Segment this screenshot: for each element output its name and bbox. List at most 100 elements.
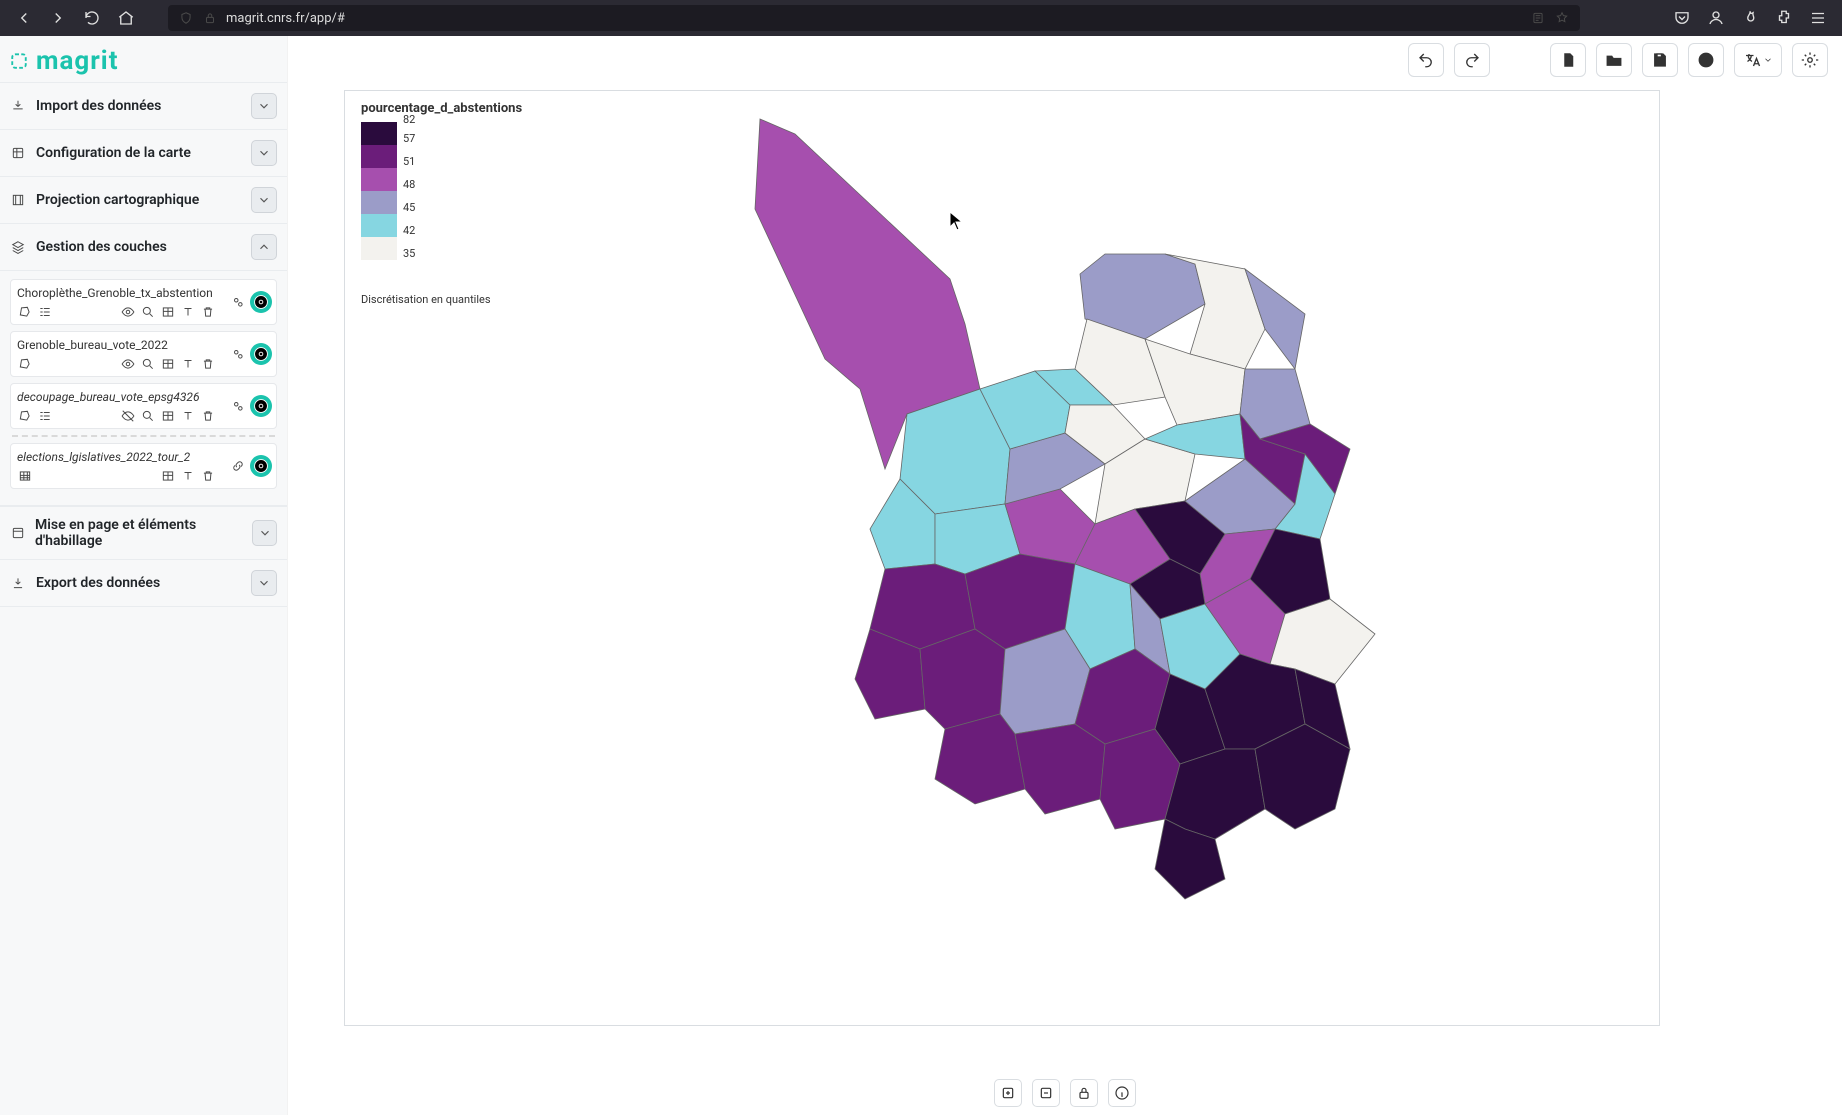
shield-icon	[178, 10, 194, 26]
open-button[interactable]	[1596, 43, 1632, 77]
account-icon[interactable]	[1704, 6, 1728, 30]
layer-card[interactable]: elections_lgislatives_2022_tour_2	[10, 443, 277, 489]
panel-import-toggle[interactable]	[251, 93, 277, 119]
panel-config[interactable]: Configuration de la carte	[0, 130, 287, 177]
link-icon[interactable]	[230, 458, 246, 474]
legend-tick: 35	[403, 254, 415, 277]
panel-export-toggle[interactable]	[251, 570, 277, 596]
panel-projection[interactable]: Projection cartographique	[0, 177, 287, 224]
browser-back[interactable]	[12, 6, 36, 30]
legend-icon[interactable]	[37, 304, 53, 320]
typing-icon[interactable]	[180, 304, 196, 320]
layers-icon	[10, 239, 26, 255]
logo-mark-icon	[10, 52, 28, 70]
mouse-cursor-icon	[949, 211, 963, 231]
zoom-icon[interactable]	[140, 356, 156, 372]
trash-icon[interactable]	[200, 356, 216, 372]
choropleth-map[interactable]	[505, 109, 1445, 929]
logo-text: magrit	[36, 46, 119, 76]
panel-config-toggle[interactable]	[251, 140, 277, 166]
browser-reload[interactable]	[80, 6, 104, 30]
app-logo: magrit	[0, 36, 287, 82]
zoom-in-button[interactable]	[994, 1079, 1022, 1107]
undo-button[interactable]	[1408, 43, 1444, 77]
panel-import-title: Import des données	[36, 98, 161, 114]
new-doc-button[interactable]	[1550, 43, 1586, 77]
trash-icon[interactable]	[200, 408, 216, 424]
legend-icon[interactable]	[37, 408, 53, 424]
url-text: magrit.cnrs.fr/app/#	[226, 11, 345, 26]
help-button[interactable]: ?	[1688, 43, 1724, 77]
legend-swatch	[361, 191, 397, 214]
trash-icon[interactable]	[200, 304, 216, 320]
typing-icon[interactable]	[180, 468, 196, 484]
panel-export[interactable]: Export des données	[0, 560, 287, 607]
browser-chrome: magrit.cnrs.fr/app/#	[0, 0, 1842, 36]
app: magrit Import des données Configuration …	[0, 36, 1842, 1115]
panel-layers-toggle[interactable]	[251, 234, 277, 260]
menu-icon[interactable]	[1806, 6, 1830, 30]
typing-icon[interactable]	[180, 408, 196, 424]
layer-target-icon[interactable]	[250, 395, 272, 417]
table-icon[interactable]	[160, 356, 176, 372]
eye-icon[interactable]	[120, 304, 136, 320]
layer-target-icon[interactable]	[250, 455, 272, 477]
language-button[interactable]	[1734, 43, 1782, 77]
projection-icon	[10, 192, 26, 208]
layers-body: Choroplèthe_Grenoble_tx_abstention	[0, 271, 287, 506]
map-canvas[interactable]: pourcentage_d_abstentions 82575148454235…	[344, 90, 1660, 1026]
eye-icon[interactable]	[120, 356, 136, 372]
layer-target-icon[interactable]	[250, 343, 272, 365]
address-bar[interactable]: magrit.cnrs.fr/app/#	[168, 5, 1580, 31]
import-icon	[10, 98, 26, 114]
export-icon	[10, 575, 26, 591]
panel-layout-toggle[interactable]	[252, 520, 277, 546]
canvas-wrap: pourcentage_d_abstentions 82575148454235…	[288, 84, 1842, 1115]
panel-layers[interactable]: Gestion des couches	[0, 224, 287, 271]
main: ? pourcentage_d_abstentions 825751484542…	[288, 36, 1842, 1115]
bookmark-star-icon[interactable]	[1554, 10, 1570, 26]
layer-card[interactable]: Choroplèthe_Grenoble_tx_abstention	[10, 279, 277, 325]
topbar: ?	[288, 36, 1842, 84]
panel-layout-title: Mise en page et éléments d'habillage	[35, 517, 252, 549]
panel-projection-toggle[interactable]	[251, 187, 277, 213]
legend-swatch	[361, 168, 397, 191]
panel-import[interactable]: Import des données	[0, 82, 287, 130]
map-bottom-tools	[994, 1079, 1136, 1107]
layout-icon	[10, 525, 25, 541]
layer-settings-icon[interactable]	[230, 346, 246, 362]
zoom-out-button[interactable]	[1032, 1079, 1060, 1107]
reader-icon[interactable]	[1530, 10, 1546, 26]
settings-button[interactable]	[1792, 43, 1828, 77]
browser-forward[interactable]	[46, 6, 70, 30]
save-button[interactable]	[1642, 43, 1678, 77]
panel-layers-title: Gestion des couches	[36, 239, 167, 255]
panel-config-title: Configuration de la carte	[36, 145, 191, 161]
layer-card[interactable]: Grenoble_bureau_vote_2022	[10, 331, 277, 377]
extensions-icon[interactable]	[1772, 6, 1796, 30]
flame-icon[interactable]	[1738, 6, 1762, 30]
eye-off-icon[interactable]	[120, 408, 136, 424]
map-legend[interactable]: pourcentage_d_abstentions 82575148454235…	[361, 101, 522, 306]
zoom-icon[interactable]	[140, 408, 156, 424]
layer-target-icon[interactable]	[250, 291, 272, 313]
browser-home[interactable]	[114, 6, 138, 30]
layer-card[interactable]: decoupage_bureau_vote_epsg4326	[10, 383, 277, 429]
typing-icon[interactable]	[180, 356, 196, 372]
trash-icon[interactable]	[200, 468, 216, 484]
table-icon[interactable]	[160, 408, 176, 424]
map-info-button[interactable]	[1108, 1079, 1136, 1107]
map-config-icon	[10, 145, 26, 161]
redo-button[interactable]	[1454, 43, 1490, 77]
table-icon[interactable]	[160, 304, 176, 320]
layer-settings-icon[interactable]	[230, 294, 246, 310]
pocket-icon[interactable]	[1670, 6, 1694, 30]
table-icon[interactable]	[160, 468, 176, 484]
panel-layout[interactable]: Mise en page et éléments d'habillage	[0, 506, 287, 560]
legend-swatch	[361, 237, 397, 260]
layer-settings-icon[interactable]	[230, 398, 246, 414]
panel-export-title: Export des données	[36, 575, 160, 591]
svg-text:?: ?	[1703, 55, 1708, 65]
lock-map-button[interactable]	[1070, 1079, 1098, 1107]
zoom-icon[interactable]	[140, 304, 156, 320]
